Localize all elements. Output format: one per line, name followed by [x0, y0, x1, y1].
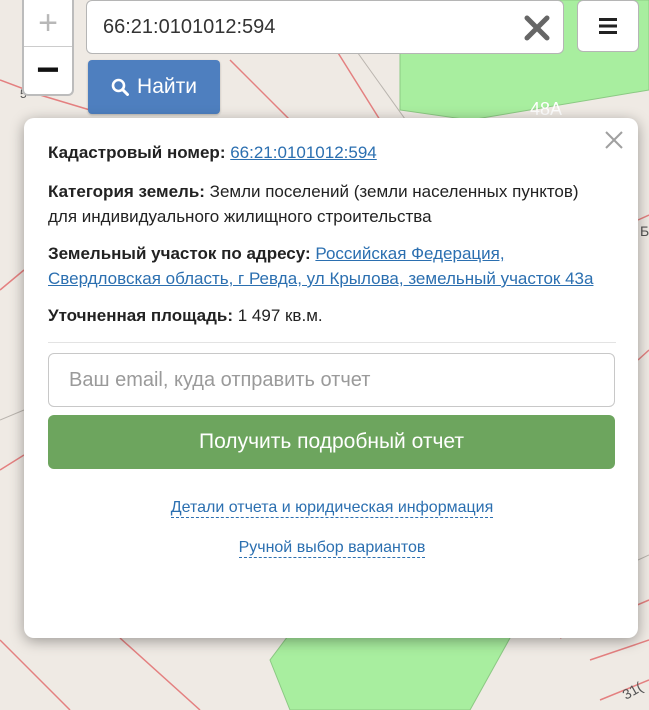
map-parcel-label: Б [640, 223, 649, 239]
cadastral-number-label: Кадастровый номер: [48, 143, 226, 162]
area-label: Уточненная площадь: [48, 306, 233, 325]
cadastral-search-input[interactable]: 66:21:0101012:594 [86, 0, 564, 54]
close-icon [605, 131, 623, 149]
search-icon [111, 78, 130, 96]
cadastral-number-row: Кадастровый номер: 66:21:0101012:594 [48, 140, 616, 165]
clear-search-button[interactable] [521, 12, 553, 44]
find-button[interactable]: Найти [88, 60, 220, 114]
email-field[interactable] [48, 353, 615, 407]
menu-icon [599, 18, 617, 34]
area-value: 1 497 кв.м. [237, 306, 323, 325]
find-button-label: Найти [137, 75, 197, 98]
address-row: Земельный участок по адресу: Российская … [48, 241, 616, 291]
permitted-use-value: для индивидуального жилищного строительс… [48, 207, 432, 226]
parcel-info-popup: Кадастровый номер: 66:21:0101012:594 Кат… [24, 118, 638, 638]
search-input-value: 66:21:0101012:594 [103, 15, 276, 38]
menu-button[interactable] [577, 0, 639, 52]
cadastral-number-link[interactable]: 66:21:0101012:594 [230, 143, 377, 162]
zoom-out-button[interactable]: − [24, 47, 72, 93]
manual-selection-link-label: Ручной выбор вариантов [238, 539, 426, 558]
popup-divider [48, 342, 616, 343]
get-report-button[interactable]: Получить подробный отчет [48, 415, 615, 469]
report-details-link-label: Детали отчета и юридическая информация [170, 499, 494, 518]
land-category-label: Категория земель: [48, 182, 205, 201]
land-category-value: Земли поселений (земли населенных пункто… [209, 182, 579, 201]
address-label: Земельный участок по адресу: [48, 244, 311, 263]
popup-close-button[interactable] [600, 126, 628, 154]
close-icon [524, 15, 550, 41]
map-parcel-label: 48А [530, 99, 562, 119]
land-category-row: Категория земель: Земли поселений (земли… [48, 179, 616, 229]
zoom-in-button[interactable]: + [24, 0, 72, 47]
area-row: Уточненная площадь: 1 497 кв.м. [48, 303, 616, 328]
manual-selection-link[interactable]: Ручной выбор вариантов [48, 539, 616, 558]
report-details-link[interactable]: Детали отчета и юридическая информация [48, 499, 616, 518]
zoom-control: + − [22, 0, 74, 96]
